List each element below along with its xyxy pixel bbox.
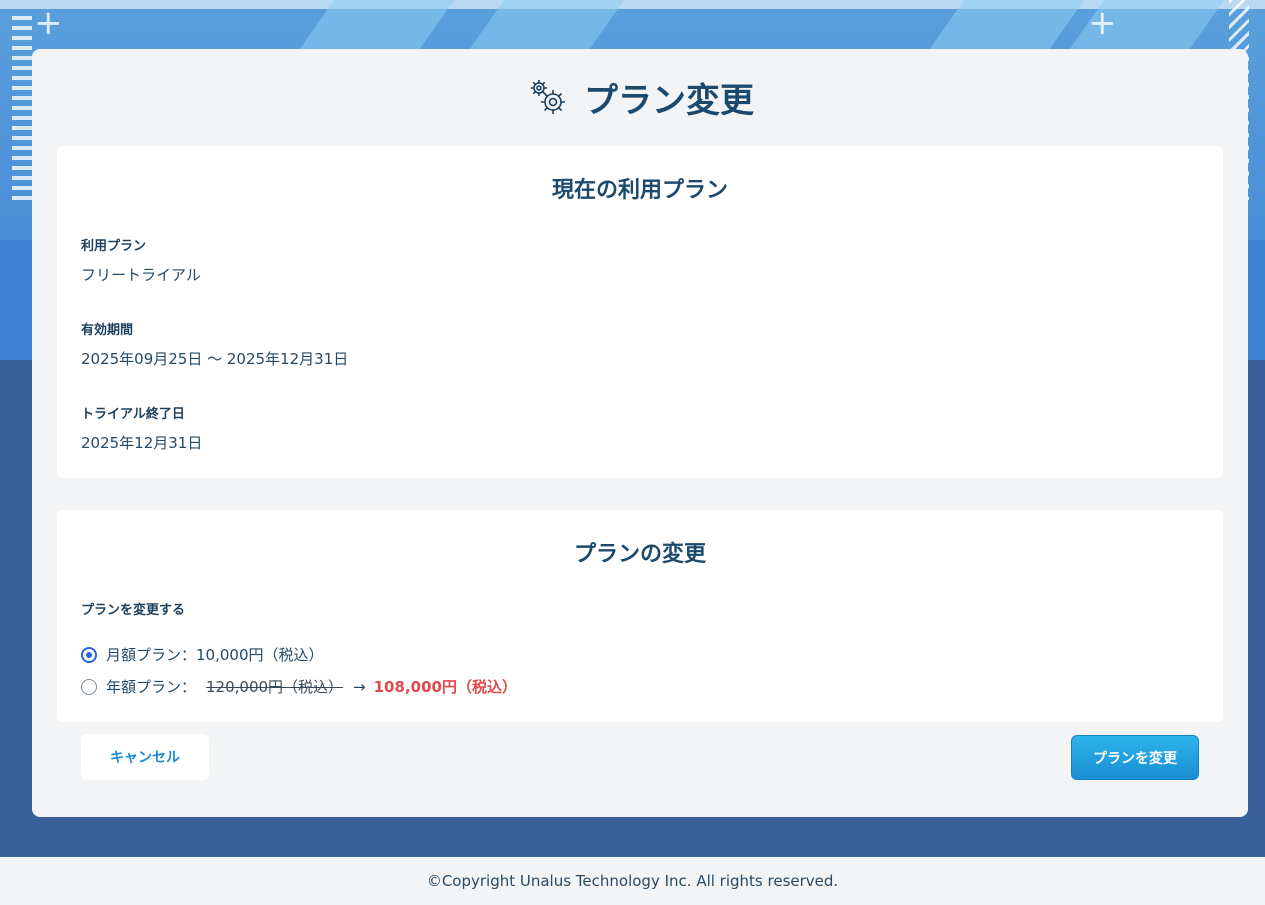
plan-change-label: プランを変更する <box>81 603 186 618</box>
annual-plan-option[interactable]: 年額プラン： 120,000円（税込） → 108,000円（税込） <box>81 676 517 697</box>
trial-end-value: 2025年12月31日 <box>81 434 203 452</box>
annual-original-price: 120,000円（税込） <box>206 678 344 696</box>
validity-period-value: 2025年09月25日 〜 2025年12月31日 <box>81 350 349 368</box>
plus-decoration-icon: + <box>34 3 63 43</box>
annual-plan-radio[interactable] <box>81 678 97 695</box>
page-title-text: プラン変更 <box>584 80 754 121</box>
cancel-button[interactable]: キャンセル <box>81 734 209 780</box>
plan-name-value: フリートライアル <box>81 266 201 284</box>
gears-icon <box>531 80 565 114</box>
current-plan-heading: 現在の利用プラン <box>551 178 728 203</box>
monthly-plan-label: 月額プラン：10,000円（税込） <box>106 646 324 664</box>
monthly-plan-option[interactable]: 月額プラン：10,000円（税込） <box>81 644 324 665</box>
arrow-right-icon: → <box>353 677 366 696</box>
page-title: プラン変更 <box>32 75 1248 121</box>
footer: ©Copyright Unalus Technology Inc. All ri… <box>0 857 1265 905</box>
annual-plan-label: 年額プラン： <box>106 678 197 696</box>
plan-change-card: プラン変更 現在の利用プラン 利用プラン フリートライアル 有効期間 2025年… <box>32 49 1248 817</box>
current-plan-panel: 現在の利用プラン 利用プラン フリートライアル 有効期間 2025年09月25日… <box>57 146 1223 478</box>
plan-name-label: 利用プラン <box>81 239 147 254</box>
validity-period-label: 有効期間 <box>81 323 134 338</box>
plan-change-heading: プランの変更 <box>573 542 706 567</box>
change-plan-button[interactable]: プランを変更 <box>1071 735 1199 780</box>
monthly-plan-radio[interactable] <box>81 646 97 663</box>
copyright-text: ©Copyright Unalus Technology Inc. All ri… <box>426 872 839 890</box>
plus-decoration-icon: + <box>1088 3 1117 43</box>
annual-discount-price: 108,000円（税込） <box>373 678 517 696</box>
plan-change-panel: プランの変更 プランを変更する 月額プラン：10,000円（税込） 年額プラン：… <box>57 510 1223 722</box>
trial-end-label: トライアル終了日 <box>81 407 185 422</box>
bg-bars-decoration <box>12 16 32 206</box>
